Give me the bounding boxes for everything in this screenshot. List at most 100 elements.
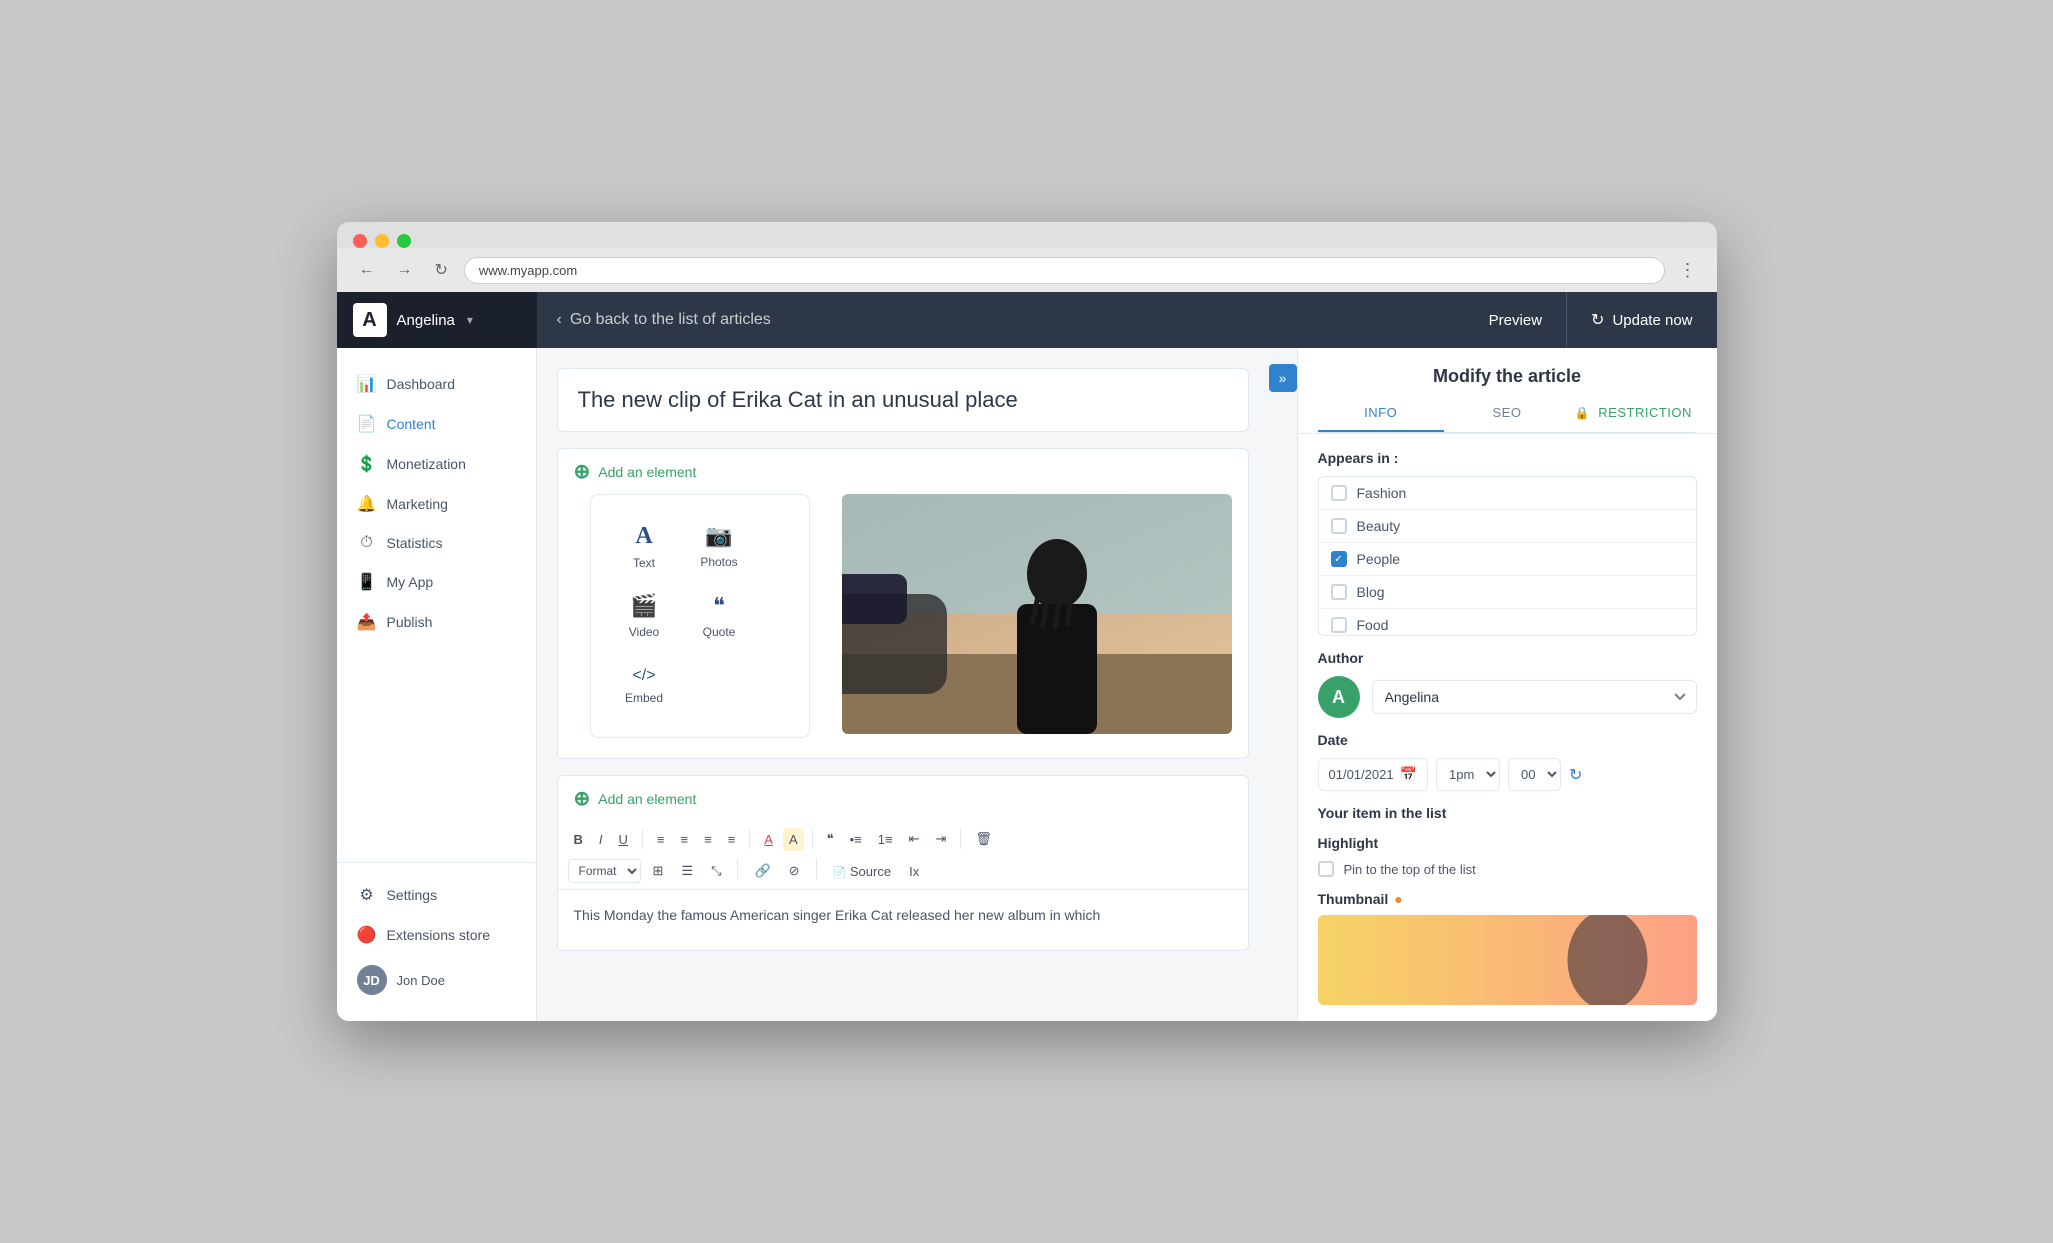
sidebar-item-monetization[interactable]: 💲 Monetization	[337, 444, 536, 484]
align-right-button[interactable]: ≡	[698, 828, 718, 851]
back-to-list-button[interactable]: ‹ Go back to the list of articles	[537, 311, 791, 329]
back-label: Go back to the list of articles	[570, 311, 771, 329]
category-beauty[interactable]: Beauty	[1319, 510, 1696, 543]
user-caret-icon[interactable]: ▾	[467, 313, 473, 327]
checkbox-beauty[interactable]	[1331, 518, 1347, 534]
element-menu-quote[interactable]: ❝ Quote	[682, 581, 757, 651]
logo-area: A Angelina ▾	[337, 292, 537, 348]
unlink-button[interactable]: ⊘	[783, 859, 806, 883]
article-title-input[interactable]	[578, 387, 1228, 413]
add-element-button-1[interactable]: ⊕ Add an element	[558, 449, 1248, 494]
sidebar-item-label: Dashboard	[387, 376, 456, 392]
sidebar-item-statistics[interactable]: ⏱ Statistics	[337, 524, 536, 562]
author-row: A Angelina	[1318, 676, 1697, 718]
category-food[interactable]: Food	[1319, 609, 1696, 636]
minutes-select[interactable]: 00	[1508, 758, 1561, 791]
indent-more-button[interactable]: ⇥	[930, 827, 953, 851]
marketing-icon: 🔔	[357, 494, 377, 514]
back-nav-button[interactable]: ←	[353, 257, 381, 283]
browser-menu-icon[interactable]: ⋮	[1675, 260, 1701, 281]
list-view-button[interactable]: ☰	[675, 859, 699, 883]
element-menu-video[interactable]: 🎬 Video	[607, 581, 682, 651]
delete-button[interactable]: 🗑	[969, 827, 998, 851]
author-label: Author	[1318, 650, 1697, 666]
checkbox-people[interactable]: ✓	[1331, 551, 1347, 567]
sidebar-item-marketing[interactable]: 🔔 Marketing	[337, 484, 536, 524]
quote-label: Quote	[703, 625, 736, 639]
user-name: Jon Doe	[397, 973, 445, 988]
address-bar[interactable]	[464, 257, 1665, 284]
panel-header: Modify the article INFO SEO 🔒 RESTRICTIO…	[1298, 348, 1717, 434]
pin-row: Pin to the top of the list	[1318, 861, 1697, 877]
categories-list: Fashion Beauty ✓ People Blog	[1318, 476, 1697, 636]
checkbox-food[interactable]	[1331, 617, 1347, 633]
toolbar-divider-2	[749, 829, 750, 849]
add-element-button-2[interactable]: ⊕ Add an element	[558, 776, 1248, 821]
sidebar-item-extensions[interactable]: 🔴 Extensions store	[337, 915, 536, 955]
extensions-icon: 🔴	[357, 925, 377, 945]
pin-label: Pin to the top of the list	[1344, 862, 1476, 877]
source-icon: 📄	[833, 867, 847, 879]
update-refresh-icon: ↻	[1591, 310, 1604, 330]
date-input[interactable]: 01/01/2021 📅	[1318, 758, 1429, 791]
category-blog[interactable]: Blog	[1319, 576, 1696, 609]
link-button[interactable]: 🔗	[748, 859, 776, 883]
tab-restriction[interactable]: 🔒 RESTRICTION	[1570, 395, 1696, 432]
preview-button[interactable]: Preview	[1465, 312, 1566, 329]
sidebar-item-label: Publish	[387, 614, 433, 630]
sidebar-item-content[interactable]: 📄 Content	[337, 404, 536, 444]
source-button[interactable]: 📄 Source	[827, 859, 898, 883]
grid-view-button[interactable]: ⊞	[647, 859, 670, 883]
italic-button[interactable]: I	[593, 828, 609, 851]
forward-nav-button[interactable]: →	[391, 257, 419, 283]
editor-content[interactable]: This Monday the famous American singer E…	[558, 890, 1248, 950]
justify-button[interactable]: ≡	[722, 828, 742, 851]
category-fashion[interactable]: Fashion	[1319, 477, 1696, 510]
align-left-button[interactable]: ≡	[651, 828, 671, 851]
format-select[interactable]: Format	[568, 859, 641, 883]
maximize-button[interactable]	[397, 234, 411, 248]
refresh-nav-button[interactable]: ↻	[429, 256, 454, 284]
highlight-label: Highlight	[1318, 835, 1697, 851]
tab-info[interactable]: INFO	[1318, 395, 1444, 432]
ordered-list-button[interactable]: 1≡	[872, 828, 899, 851]
date-refresh-button[interactable]: ↻	[1569, 765, 1582, 785]
sidebar-user: JD Jon Doe	[337, 955, 536, 1005]
panel-body: Appears in : Fashion Beauty ✓ People	[1298, 434, 1717, 1021]
toolbar-divider-6	[816, 859, 817, 879]
bold-button[interactable]: B	[568, 828, 589, 851]
close-button[interactable]	[353, 234, 367, 248]
sidebar-item-dashboard[interactable]: 📊 Dashboard	[337, 364, 536, 404]
element-menu-text[interactable]: A Text	[607, 511, 682, 581]
add-icon-2: ⊕	[574, 786, 591, 811]
update-now-button[interactable]: ↻ Update now	[1566, 292, 1716, 348]
photos-label: Photos	[700, 555, 737, 569]
bullet-list-button[interactable]: •≡	[844, 828, 868, 851]
align-center-button[interactable]: ≡	[675, 828, 695, 851]
dashboard-icon: 📊	[357, 374, 377, 394]
highlight-button[interactable]: A	[783, 828, 804, 851]
clear-label: Ix	[909, 864, 919, 879]
sidebar-item-settings[interactable]: ⚙ Settings	[337, 875, 536, 915]
sidebar-item-label: Marketing	[387, 496, 448, 512]
underline-button[interactable]: U	[613, 828, 634, 851]
collapse-panel-button[interactable]: »	[1269, 364, 1297, 392]
element-menu-photos[interactable]: 📷 Photos	[682, 511, 757, 581]
blockquote-button[interactable]: ❝	[821, 827, 840, 851]
resize-button[interactable]: ⤡	[705, 859, 727, 883]
element-menu-embed[interactable]: </> Embed	[607, 651, 682, 721]
clear-format-button[interactable]: Ix	[903, 859, 925, 883]
category-people[interactable]: ✓ People	[1319, 543, 1696, 576]
font-color-button[interactable]: A	[758, 828, 779, 851]
author-select[interactable]: Angelina	[1372, 680, 1697, 714]
time-select[interactable]: 1pm	[1436, 758, 1500, 791]
minimize-button[interactable]	[375, 234, 389, 248]
checkbox-pin[interactable]	[1318, 861, 1334, 877]
checkbox-fashion[interactable]	[1331, 485, 1347, 501]
indent-less-button[interactable]: ⇤	[903, 827, 926, 851]
add-element-label-1: Add an element	[598, 464, 696, 480]
sidebar-item-myapp[interactable]: 📱 My App	[337, 562, 536, 602]
sidebar-item-publish[interactable]: 📤 Publish	[337, 602, 536, 642]
tab-seo[interactable]: SEO	[1444, 395, 1570, 432]
checkbox-blog[interactable]	[1331, 584, 1347, 600]
